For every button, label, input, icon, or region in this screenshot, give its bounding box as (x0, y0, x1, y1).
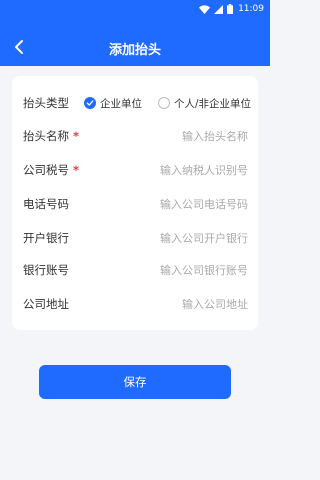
status-bar: 11:09 (0, 0, 270, 18)
bank-account-row: 银行账号 (12, 253, 258, 287)
bank-account-input[interactable] (128, 260, 248, 280)
status-icons: 11:09 (199, 3, 264, 15)
bank-label: 开户银行 (23, 231, 69, 245)
bank-row: 开户银行 (12, 221, 258, 255)
radio-enterprise[interactable]: 企业单位 (84, 96, 142, 111)
nav-bar: 添加抬头 (0, 30, 270, 66)
phone-input[interactable] (128, 194, 248, 214)
phone-label: 电话号码 (23, 197, 69, 211)
phone-row: 电话号码 (12, 187, 258, 221)
wifi-icon (199, 4, 211, 14)
app-header: 11:09 添加抬头 (0, 0, 270, 66)
invoice-type-radio-group: 企业单位 个人/非企业单位 (84, 96, 251, 111)
radio-unchecked-icon (158, 97, 170, 109)
tax-number-input[interactable] (128, 160, 248, 180)
page-title: 添加抬头 (108, 43, 161, 58)
save-button[interactable]: 保存 (39, 365, 231, 399)
radio-individual[interactable]: 个人/非企业单位 (158, 96, 251, 111)
invoice-type-label: 抬头类型 (23, 96, 69, 110)
title-name-label: 抬头名称 * (23, 129, 80, 143)
tax-number-row: 公司税号 * (12, 153, 258, 187)
radio-individual-label: 个人/非企业单位 (174, 97, 252, 110)
invoice-form-card: 抬头类型 企业单位 个人/非企业单位 抬头名称* 公司税号* 电话号码 开户银行 (12, 76, 258, 330)
address-label: 公司地址 (23, 297, 69, 311)
address-row: 公司地址 (12, 287, 258, 321)
title-name-input[interactable] (128, 126, 248, 146)
invoice-type-row: 抬头类型 企业单位 个人/非企业单位 (12, 86, 258, 120)
status-time: 11:09 (238, 4, 264, 14)
required-mark: * (73, 129, 80, 143)
tax-number-label: 公司税号 * (23, 163, 80, 177)
signal-icon (214, 4, 224, 14)
required-mark: * (73, 163, 80, 177)
radio-enterprise-label: 企业单位 (100, 97, 142, 110)
bank-input[interactable] (128, 228, 248, 248)
bank-account-label: 银行账号 (23, 263, 69, 277)
address-input[interactable] (128, 294, 248, 314)
battery-icon (227, 4, 234, 14)
title-name-row: 抬头名称 * (12, 119, 258, 153)
radio-checked-icon (84, 97, 96, 109)
